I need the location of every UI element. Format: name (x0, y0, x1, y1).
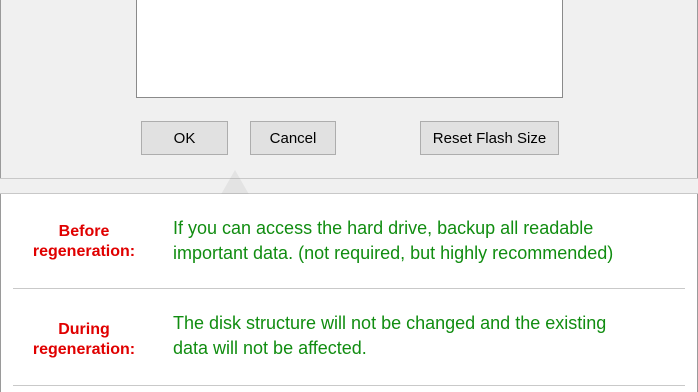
cancel-button[interactable]: Cancel (250, 121, 336, 155)
during-label-line1: During (58, 321, 110, 338)
log-textarea[interactable] (136, 0, 563, 98)
before-label-line1: Before (58, 223, 110, 240)
before-regeneration-row: Before regeneration: If you can access t… (1, 194, 698, 288)
section-divider (0, 178, 698, 194)
row-separator (13, 385, 685, 386)
during-regeneration-text: The disk structure will not be changed a… (173, 311, 683, 361)
info-panel: Before regeneration: If you can access t… (0, 194, 698, 392)
before-regeneration-label: Before regeneration: (13, 222, 155, 262)
during-text-line2: data will not be affected. (173, 338, 367, 358)
during-regeneration-label: During regeneration: (13, 320, 155, 360)
before-text-line2: important data. (not required, but highl… (173, 243, 614, 263)
reset-flash-size-button[interactable]: Reset Flash Size (420, 121, 559, 155)
dialog-top-panel: OK Cancel Reset Flash Size (0, 0, 698, 178)
before-text-line1: If you can access the hard drive, backup… (173, 218, 594, 238)
before-regeneration-text: If you can access the hard drive, backup… (173, 216, 683, 266)
during-label-line2: regeneration: (32, 341, 136, 358)
row-separator (13, 288, 685, 289)
during-text-line1: The disk structure will not be changed a… (173, 313, 607, 333)
ok-button[interactable]: OK (141, 121, 228, 155)
during-regeneration-row: During regeneration: The disk structure … (1, 290, 698, 392)
before-label-line2: regeneration: (32, 243, 136, 260)
